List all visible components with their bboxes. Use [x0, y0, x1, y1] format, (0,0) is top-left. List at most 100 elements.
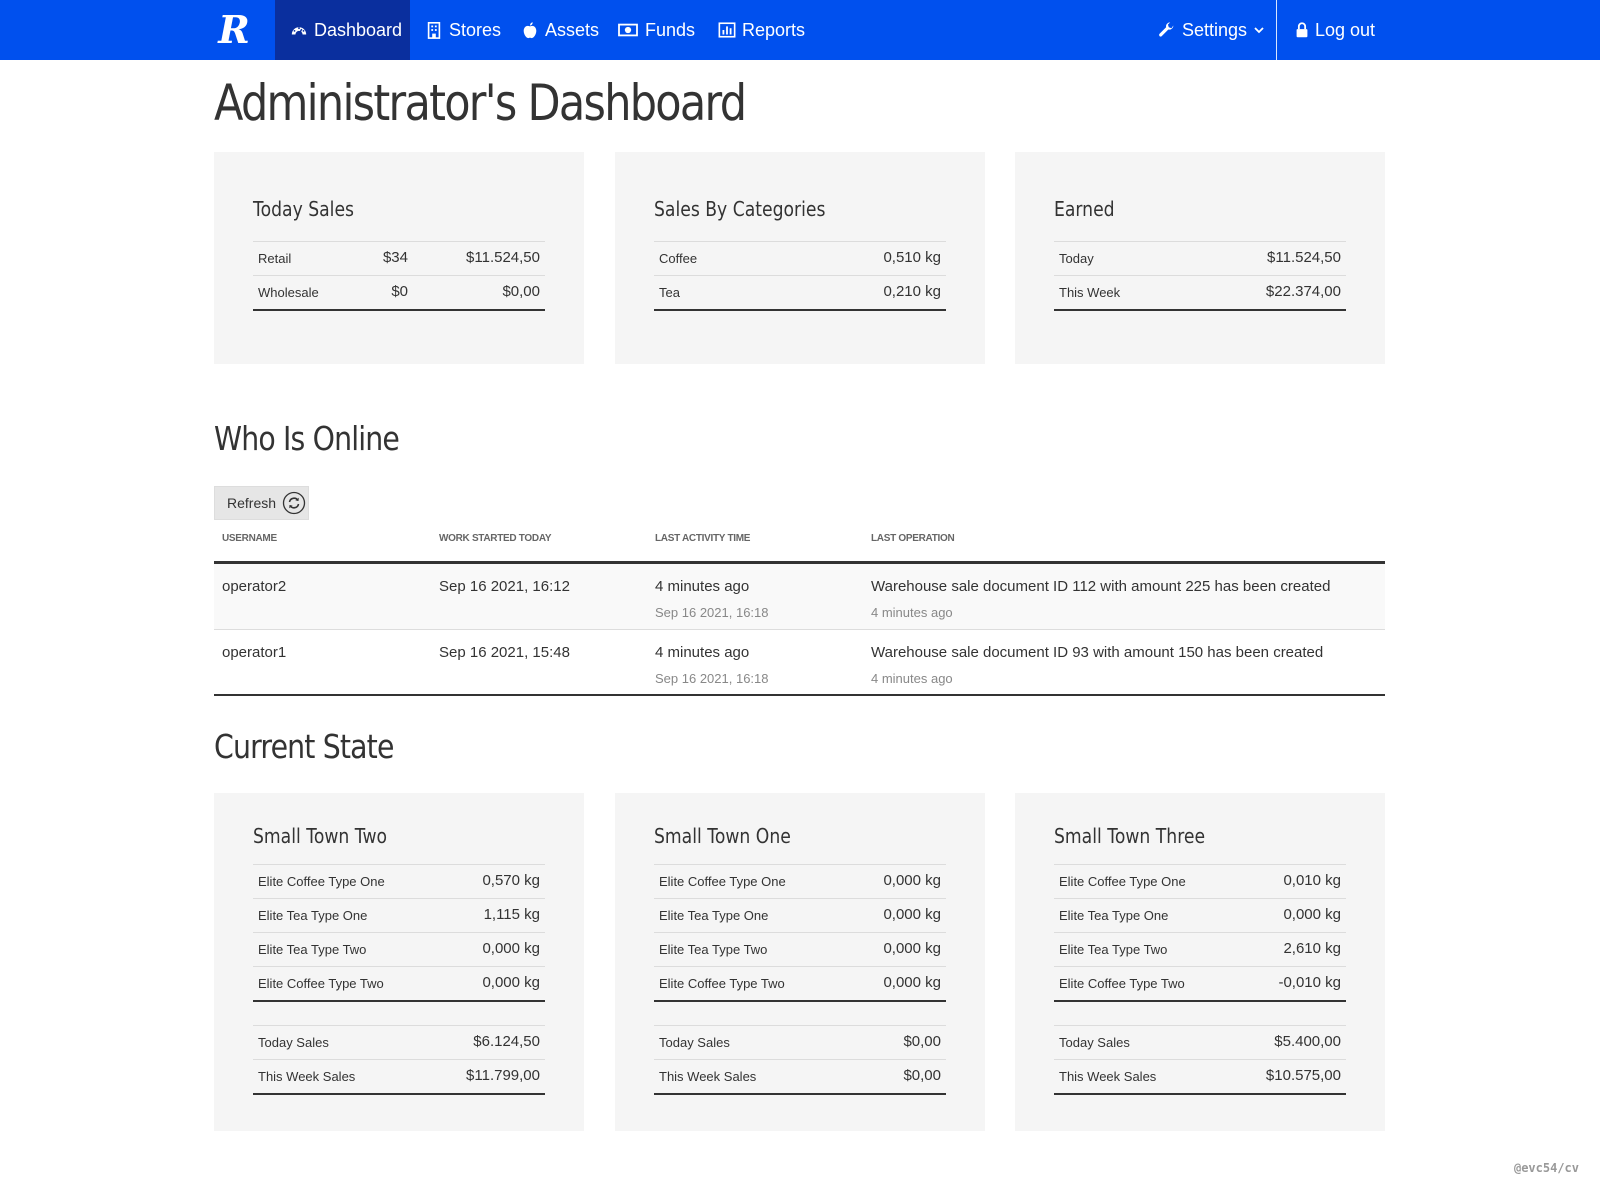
table-row: operator1 Sep 16 2021, 15:48 4 minutes a…: [214, 630, 1385, 696]
row-value: 0,000 kg: [883, 906, 941, 923]
row-value: 0,000 kg: [482, 974, 540, 991]
table-bottom-rule: [253, 309, 545, 311]
row-value: 0,000 kg: [1283, 906, 1341, 923]
nav-reports[interactable]: Reports: [718, 0, 805, 60]
sales-by-categories-table: Coffee 0,510 kg Tea 0,210 kg: [654, 241, 946, 311]
table-bottom-rule: [214, 694, 1385, 696]
row-value: $11.524,50: [1267, 249, 1341, 266]
row-amount: $11.524,50: [466, 249, 540, 266]
store-stock-table: Elite Coffee Type One 0,000 kg Elite Tea …: [654, 864, 946, 1002]
category-row-tea: Tea 0,210 kg: [654, 275, 946, 309]
row-label: This Week Sales: [1059, 1069, 1157, 1084]
stock-row: Elite Tea Type One 1,115 kg: [253, 898, 545, 932]
row-value: 0,210 kg: [883, 283, 941, 300]
sales-row: Today Sales $5.400,00: [1054, 1025, 1346, 1059]
row-label: This Week Sales: [258, 1069, 356, 1084]
stock-row: Elite Tea Type One 0,000 kg: [1054, 898, 1346, 932]
nav-logout[interactable]: Log out: [1295, 0, 1375, 60]
row-value: 0,000 kg: [883, 974, 941, 991]
watermark: @evc54/cv: [1513, 1161, 1579, 1175]
refresh-button[interactable]: Refresh: [214, 486, 309, 520]
nav-reports-label: Reports: [742, 19, 806, 40]
nav-settings-label: Settings: [1182, 19, 1248, 40]
table-bottom-rule: [1054, 1093, 1346, 1095]
store-card: Small Town Two Elite Coffee Type One 0,57…: [214, 793, 584, 1131]
row-label: Today Sales: [1059, 1035, 1130, 1050]
table-bottom-rule: [253, 1093, 545, 1095]
column-header-last-activity: LAST ACTIVITY TIME: [655, 533, 751, 544]
store-stock-table: Elite Coffee Type One 0,570 kg Elite Tea …: [253, 864, 545, 1002]
chevron-down-icon: [1254, 27, 1264, 34]
earned-card: Earned Today $11.524,50 This Week $22.37…: [1015, 152, 1385, 364]
stock-row: Elite Coffee Type Two 0,000 kg: [654, 966, 946, 1000]
apple-icon: [523, 22, 537, 39]
money-bill-icon: [618, 23, 638, 37]
table-bottom-rule: [253, 1000, 545, 1002]
dashboard-gauge-icon: [291, 27, 307, 35]
store-sales-table: Today Sales $6.124,50 This Week Sales $11.…: [253, 1025, 545, 1095]
stock-row: Elite Coffee Type One 0,570 kg: [253, 864, 545, 898]
store-name: Small Town Two: [253, 824, 388, 848]
row-label: Today Sales: [258, 1035, 329, 1050]
table-bottom-rule: [1054, 309, 1346, 311]
top-navbar: R Dashboard Stores Assets Funds Reports …: [0, 0, 1600, 60]
column-header-work-started: WORK STARTED TODAY: [439, 533, 552, 544]
row-value: $0,00: [903, 1033, 941, 1050]
row-label: Wholesale: [258, 285, 319, 300]
nav-logout-label: Log out: [1315, 19, 1376, 40]
stock-row: Elite Coffee Type Two 0,000 kg: [253, 966, 545, 1000]
store-card: Small Town One Elite Coffee Type One 0,00…: [615, 793, 985, 1131]
row-label: Elite Coffee Type One: [1059, 874, 1186, 889]
today-sales-title: Today Sales: [253, 197, 354, 221]
sales-by-categories-card: Sales By Categories Coffee 0,510 kg Tea …: [615, 152, 985, 364]
store-card: Small Town Three Elite Coffee Type One 0,…: [1015, 793, 1385, 1131]
row-value: 0,510 kg: [883, 249, 941, 266]
cell-last-activity-time: Sep 16 2021, 16:18: [655, 671, 769, 686]
row-label: Coffee: [659, 251, 698, 266]
cell-last-operation-ago: 4 minutes ago: [871, 605, 953, 620]
sales-by-categories-title: Sales By Categories: [654, 197, 826, 221]
today-sales-row-wholesale: Wholesale $0 $0,00: [253, 275, 545, 309]
nav-dashboard-label: Dashboard: [314, 19, 403, 40]
nav-dashboard[interactable]: Dashboard: [275, 0, 410, 60]
row-label: Elite Tea Type One: [1059, 908, 1169, 923]
row-label: Elite Coffee Type One: [258, 874, 385, 889]
brand-logo[interactable]: R: [214, 10, 254, 50]
row-label: Tea: [659, 285, 680, 300]
row-count: $34: [382, 249, 408, 266]
row-label: Retail: [258, 251, 292, 266]
nav-stores-label: Stores: [449, 19, 502, 40]
row-label: Today: [1059, 251, 1094, 266]
table-bottom-rule: [654, 1093, 946, 1095]
row-value: 1,115 kg: [483, 906, 540, 923]
today-sales-table: Retail $34 $11.524,50 Wholesale $0 $0,00: [253, 241, 545, 311]
nav-stores[interactable]: Stores: [425, 0, 501, 60]
nav-settings-dropdown[interactable]: Settings: [1158, 0, 1265, 60]
store-name: Small Town One: [654, 824, 791, 848]
row-label: This Week Sales: [659, 1069, 757, 1084]
stock-row: Elite Tea Type Two 2,610 kg: [1054, 932, 1346, 966]
cell-last-operation: Warehouse sale document ID 112 with amou…: [871, 578, 1331, 595]
cell-work-started: Sep 16 2021, 15:48: [439, 644, 570, 661]
stock-row: Elite Tea Type Two 0,000 kg: [253, 932, 545, 966]
row-value: $5.400,00: [1274, 1033, 1341, 1050]
row-amount: $0,00: [502, 283, 540, 300]
page-title: Administrator's Dashboard: [214, 74, 747, 132]
table-bottom-rule: [1054, 1000, 1346, 1002]
nav-funds[interactable]: Funds: [617, 0, 695, 60]
store-stock-table: Elite Coffee Type One 0,010 kg Elite Tea …: [1054, 864, 1346, 1002]
wrench-icon: [1159, 22, 1174, 37]
row-value: 0,000 kg: [883, 940, 941, 957]
column-header-last-operation: LAST OPERATION: [871, 533, 955, 544]
cell-last-activity: 4 minutes ago: [655, 644, 750, 661]
refresh-icon: [282, 491, 306, 515]
who-is-online-heading: Who Is Online: [214, 419, 400, 458]
row-label: Elite Tea Type Two: [1059, 942, 1168, 957]
today-sales-card: Today Sales Retail $34 $11.524,50 Wholes…: [214, 152, 584, 364]
row-value: $10.575,00: [1265, 1067, 1341, 1084]
row-value: 0,010 kg: [1283, 872, 1341, 889]
row-value: $6.124,50: [473, 1033, 540, 1050]
sales-row: Today Sales $0,00: [654, 1025, 946, 1059]
row-label: Elite Tea Type One: [659, 908, 769, 923]
nav-assets[interactable]: Assets: [521, 0, 599, 60]
